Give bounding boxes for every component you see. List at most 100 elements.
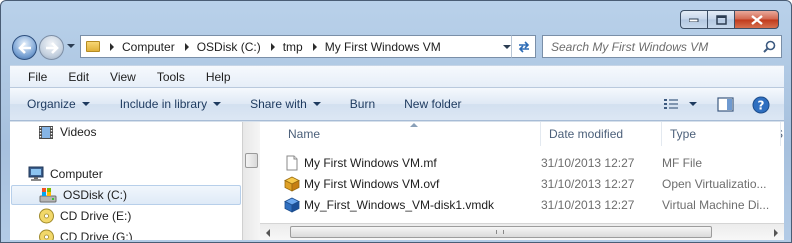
nav-item-label: OSDisk (C:): [63, 188, 127, 202]
column-header-label: S: [781, 127, 783, 141]
chevron-down-icon: [312, 102, 321, 106]
preview-pane-button[interactable]: [717, 97, 734, 112]
share-with-button[interactable]: Share with: [250, 97, 321, 111]
file-row[interactable]: My First Windows VM.mf 31/10/2013 12:27 …: [280, 152, 780, 173]
nav-item-videos[interactable]: Videos: [38, 122, 228, 142]
menu-help[interactable]: Help: [193, 70, 239, 84]
refresh-button[interactable]: [511, 35, 536, 58]
breadcrumb-separator-icon[interactable]: [312, 42, 317, 51]
search-icon[interactable]: [763, 40, 776, 53]
chevron-down-icon: [213, 102, 222, 106]
file-type: Open Virtualizatio...: [662, 176, 767, 191]
scroll-left-icon[interactable]: [266, 229, 270, 237]
file-row[interactable]: My First Windows VM.ovf 31/10/2013 12:27…: [280, 173, 780, 194]
computer-icon: [28, 166, 44, 181]
column-header-label: Name: [288, 127, 321, 141]
nav-item-cd-drive-g[interactable]: CD Drive (G:): [38, 227, 228, 240]
cd-drive-icon: [39, 229, 54, 240]
svg-text:?: ?: [758, 99, 765, 113]
details-view-icon: [664, 99, 678, 109]
refresh-icon: [518, 40, 529, 53]
nav-item-label: CD Drive (G:): [60, 230, 133, 240]
back-button[interactable]: [12, 35, 37, 60]
maximize-icon: [715, 14, 727, 25]
menu-edit[interactable]: Edit: [55, 70, 97, 84]
scrollbar-thumb[interactable]: [290, 226, 712, 238]
scroll-right-icon[interactable]: [774, 229, 778, 237]
column-header-label: Date modified: [549, 127, 624, 141]
breadcrumb-computer[interactable]: Computer: [122, 40, 175, 54]
share-with-label: Share with: [250, 97, 307, 111]
folder-icon: [86, 41, 100, 52]
text-file-icon: [286, 155, 298, 171]
navigation-scrollbar[interactable]: [242, 122, 260, 240]
content-area: Videos Computer OSDisk (C:) CD Drive (E:…: [10, 121, 784, 240]
breadcrumb-separator-icon[interactable]: [270, 42, 275, 51]
address-history-chevron-down-icon[interactable]: [503, 45, 511, 49]
menu-file[interactable]: File: [15, 70, 55, 84]
include-in-library-label: Include in library: [119, 97, 208, 111]
sort-ascending-icon: [410, 123, 418, 127]
nav-item-osdisk[interactable]: OSDisk (C:): [11, 185, 241, 205]
include-in-library-button[interactable]: Include in library: [119, 97, 222, 111]
new-folder-button[interactable]: New folder: [404, 97, 461, 111]
file-name: My First Windows VM.ovf: [304, 176, 440, 191]
file-name: My First Windows VM.mf: [304, 155, 437, 170]
back-arrow-icon: [17, 41, 31, 54]
search-input[interactable]: [551, 39, 751, 54]
organize-button[interactable]: Organize: [27, 97, 90, 111]
address-bar[interactable]: Computer OSDisk (C:) tmp My First Window…: [80, 35, 536, 58]
file-date: 31/10/2013 12:27: [541, 197, 635, 212]
breadcrumb-tmp[interactable]: tmp: [283, 40, 303, 54]
system-drive-icon: [39, 188, 57, 203]
vmdk-disk-icon: [284, 197, 300, 213]
column-header-size[interactable]: S: [781, 122, 784, 146]
command-bar: Organize Include in library Share with B…: [10, 87, 784, 121]
change-view-button[interactable]: [663, 98, 679, 111]
scrollbar-thumb[interactable]: [245, 153, 258, 168]
preview-pane-icon: [717, 97, 734, 112]
recent-pages-chevron-down-icon[interactable]: [67, 44, 75, 48]
maximize-button[interactable]: [707, 10, 734, 29]
menu-tools[interactable]: Tools: [144, 70, 193, 84]
close-icon: [750, 14, 763, 25]
forward-button[interactable]: [39, 35, 64, 60]
breadcrumb-osdisk[interactable]: OSDisk (C:): [197, 40, 261, 54]
forward-arrow-icon: [45, 41, 59, 54]
minimize-icon: [689, 18, 699, 22]
chevron-down-icon: [689, 102, 697, 106]
menu-view[interactable]: View: [97, 70, 144, 84]
file-date: 31/10/2013 12:27: [541, 155, 635, 170]
cd-drive-icon: [39, 208, 54, 224]
view-options-button[interactable]: [689, 102, 697, 106]
chevron-down-icon: [81, 102, 90, 106]
column-header-type[interactable]: Type: [662, 122, 781, 146]
nav-item-label: Computer: [50, 167, 103, 181]
nav-item-label: Videos: [60, 125, 97, 139]
breadcrumb-current-folder[interactable]: My First Windows VM: [325, 40, 441, 54]
burn-label: Burn: [349, 97, 376, 111]
horizontal-scrollbar[interactable]: [260, 223, 784, 240]
burn-button[interactable]: Burn: [350, 97, 375, 111]
nav-item-cd-drive-e[interactable]: CD Drive (E:): [38, 206, 228, 226]
explorer-window: Computer OSDisk (C:) tmp My First Window…: [0, 0, 792, 243]
close-button[interactable]: [734, 10, 779, 29]
file-type: Virtual Machine Di...: [662, 197, 770, 212]
file-row[interactable]: My_First_Windows_VM-disk1.vmdk 31/10/201…: [280, 194, 780, 215]
breadcrumb-separator-icon[interactable]: [110, 42, 114, 51]
nav-item-label: CD Drive (E:): [60, 209, 132, 223]
breadcrumb-separator-icon[interactable]: [184, 42, 189, 51]
ovf-package-icon: [284, 176, 300, 192]
column-header-label: Type: [670, 127, 697, 141]
video-library-icon: [39, 125, 53, 139]
navigation-pane: Videos Computer OSDisk (C:) CD Drive (E:…: [10, 122, 242, 240]
nav-item-computer[interactable]: Computer: [27, 164, 227, 184]
file-date: 31/10/2013 12:27: [541, 176, 635, 191]
search-box[interactable]: [542, 35, 782, 58]
column-header-date-modified[interactable]: Date modified: [541, 122, 662, 146]
file-name: My_First_Windows_VM-disk1.vmdk: [304, 197, 495, 212]
minimize-button[interactable]: [680, 10, 707, 29]
new-folder-label: New folder: [404, 97, 462, 111]
help-button[interactable]: ?: [752, 96, 770, 114]
scrollbar-grip-icon: [496, 230, 504, 234]
